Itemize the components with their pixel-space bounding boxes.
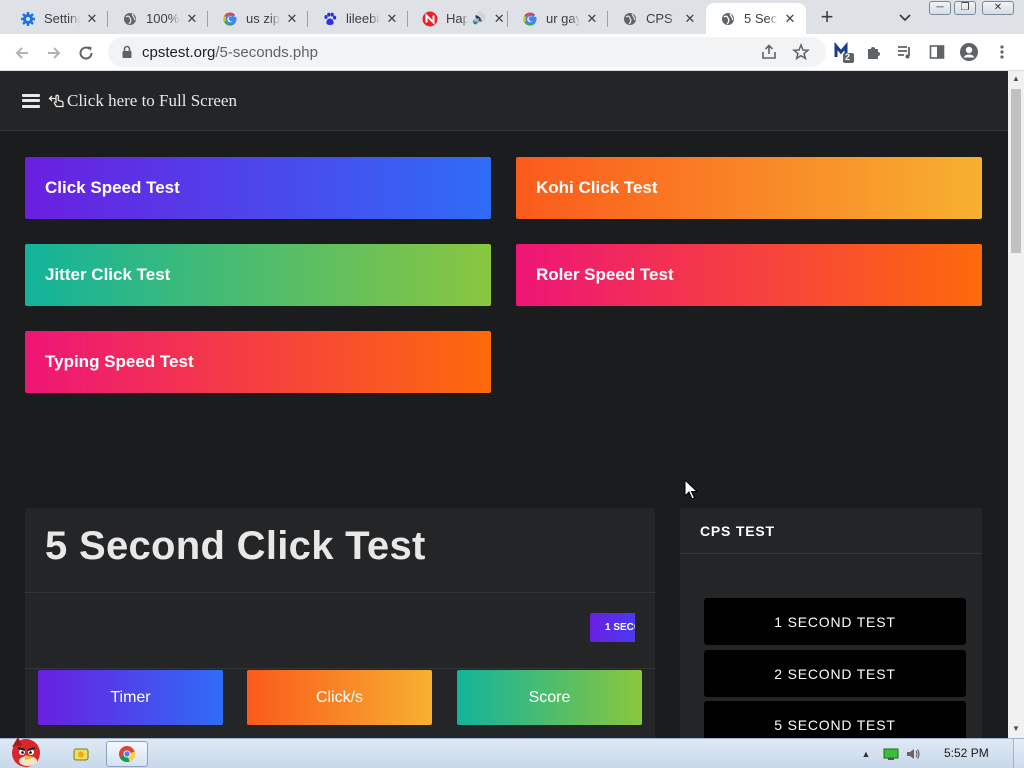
tab-cps-test[interactable]: CPS Test ✕ (608, 3, 706, 34)
chevron-down-icon[interactable] (893, 8, 917, 28)
chrome-icon (119, 746, 136, 763)
media-queue-icon[interactable] (894, 41, 916, 63)
sidebar-divider (680, 553, 982, 554)
angry-birds-start-icon[interactable] (2, 733, 50, 768)
tab-close-icon[interactable]: ✕ (284, 11, 300, 27)
red-n-icon (422, 11, 438, 27)
tray-expand-icon[interactable]: ▲ (858, 741, 874, 767)
baidu-paw-icon (322, 11, 338, 27)
tab-lileebiz[interactable]: lileebiz ✕ (308, 3, 408, 34)
kohi-click-test-button[interactable]: Kohi Click Test (516, 157, 982, 219)
extension-badge-icon[interactable]: 2 (833, 41, 855, 63)
cps-test-sidebar: CPS TEST 1 SECOND TEST 2 SECOND TEST 5 S… (680, 508, 982, 738)
sidebar-heading: CPS TEST (700, 523, 775, 539)
tab-label: Settings (44, 11, 80, 26)
chrome-taskbar-button[interactable] (106, 741, 148, 767)
tab-label: us zip co (246, 11, 280, 26)
scroll-up-arrow-icon[interactable]: ▲ (1011, 74, 1021, 83)
profile-avatar-icon[interactable] (958, 41, 980, 63)
page-viewport: Click here to Full Screen Click Speed Te… (0, 71, 1008, 738)
reload-icon[interactable] (74, 41, 98, 65)
network-tray-icon[interactable] (882, 741, 900, 767)
two-second-test-button[interactable]: 2 SECOND TEST (704, 650, 966, 697)
hamburger-menu-icon[interactable] (22, 93, 40, 108)
tab-ur-gay[interactable]: ur gay ✕ (508, 3, 608, 34)
tab-close-icon[interactable]: ✕ (184, 11, 200, 27)
card-divider (25, 668, 655, 669)
tab-happy[interactable]: Happy 🔊 ✕ (408, 3, 508, 34)
back-arrow-icon[interactable] (10, 41, 34, 65)
new-tab-plus-icon[interactable]: + (815, 6, 839, 30)
tab-label: lileebiz (346, 11, 380, 26)
tab-label: 5 Second (744, 11, 778, 26)
forward-arrow-icon[interactable] (42, 41, 66, 65)
globe-icon (622, 11, 638, 27)
five-second-test-button[interactable]: 5 SECOND TEST (704, 701, 966, 738)
tab-label: CPS Test (646, 11, 678, 26)
page-title: 5 Second Click Test (45, 524, 426, 568)
tab-us-zip[interactable]: us zip co ✕ (208, 3, 308, 34)
globe-icon (122, 11, 138, 27)
jitter-click-test-button[interactable]: Jitter Click Test (25, 244, 491, 306)
settings-gear-icon (20, 11, 36, 27)
tab-close-icon[interactable]: ✕ (682, 11, 698, 27)
minimize-window-icon[interactable]: ─ (929, 1, 951, 15)
card-divider (25, 592, 655, 593)
share-icon[interactable] (758, 41, 780, 63)
click-speed-test-button[interactable]: Click Speed Test (25, 157, 491, 219)
close-window-icon[interactable]: ✕ (982, 1, 1014, 15)
scroll-down-arrow-icon[interactable]: ▼ (1011, 724, 1021, 733)
tab-strip: Settings ✕ 100% Or ✕ us zip co ✕ lileebi… (0, 0, 1024, 34)
tab-close-icon[interactable]: ✕ (584, 11, 600, 27)
url-text: cpstest.org/5-seconds.php (142, 44, 318, 61)
clicks-per-second-stat: Click/s (247, 670, 432, 725)
tab-label: ur gay (546, 11, 580, 26)
tab-close-icon[interactable]: ✕ (782, 11, 798, 27)
one-second-mode-button[interactable]: 1 SECOND (590, 613, 635, 642)
tab-100-percent[interactable]: 100% Or ✕ (108, 3, 208, 34)
lock-icon[interactable] (120, 45, 134, 59)
hand-pointer-icon (48, 92, 66, 110)
full-screen-link[interactable]: Click here to Full Screen (67, 91, 237, 111)
tab-settings[interactable]: Settings ✕ (6, 3, 108, 34)
show-desktop-button[interactable] (1013, 739, 1024, 768)
browser-toolbar: cpstest.org/5-seconds.php 2 (0, 34, 1024, 71)
globe-icon (720, 11, 736, 27)
url-host: cpstest.org (142, 43, 216, 61)
tab-close-icon[interactable]: ✕ (384, 11, 400, 27)
site-top-nav: Click here to Full Screen (0, 71, 1008, 131)
side-panel-icon[interactable] (926, 41, 948, 63)
puzzle-extensions-icon[interactable] (863, 41, 885, 63)
extension-badge-count: 2 (845, 52, 851, 62)
tab-close-icon[interactable]: ✕ (84, 11, 100, 27)
speaker-icon[interactable]: 🔊 (472, 12, 486, 25)
roler-speed-test-button[interactable]: Roler Speed Test (516, 244, 982, 306)
tab-close-icon[interactable]: ✕ (494, 11, 505, 27)
page-scrollbar[interactable]: ▲ ▼ (1008, 71, 1024, 738)
url-path: /5-seconds.php (215, 43, 318, 61)
tab-5-second[interactable]: 5 Second ✕ (706, 3, 806, 34)
bookmark-star-icon[interactable] (790, 41, 812, 63)
google-icon (222, 11, 238, 27)
typing-speed-test-button[interactable]: Typing Speed Test (25, 331, 491, 393)
kebab-menu-icon[interactable] (991, 41, 1013, 63)
sun-app-icon[interactable] (70, 741, 92, 767)
taskbar-clock[interactable]: 5:52 PM (944, 746, 989, 760)
tab-label: Happy (446, 11, 468, 26)
score-stat: Score (457, 670, 642, 725)
timer-stat: Timer (38, 670, 223, 725)
click-test-card: 5 Second Click Test 1 SECOND Timer Click… (25, 508, 655, 738)
address-bar[interactable]: cpstest.org/5-seconds.php (108, 37, 826, 67)
one-second-test-button[interactable]: 1 SECOND TEST (704, 598, 966, 645)
scrollbar-thumb[interactable] (1011, 89, 1021, 253)
google-icon (522, 11, 538, 27)
volume-tray-icon[interactable] (904, 741, 922, 767)
restore-window-icon[interactable]: ❐ (954, 1, 976, 15)
mouse-cursor-icon (684, 479, 698, 500)
tab-label: 100% Or (146, 11, 180, 26)
windows-taskbar: ▲ 5:52 PM (0, 737, 1024, 768)
